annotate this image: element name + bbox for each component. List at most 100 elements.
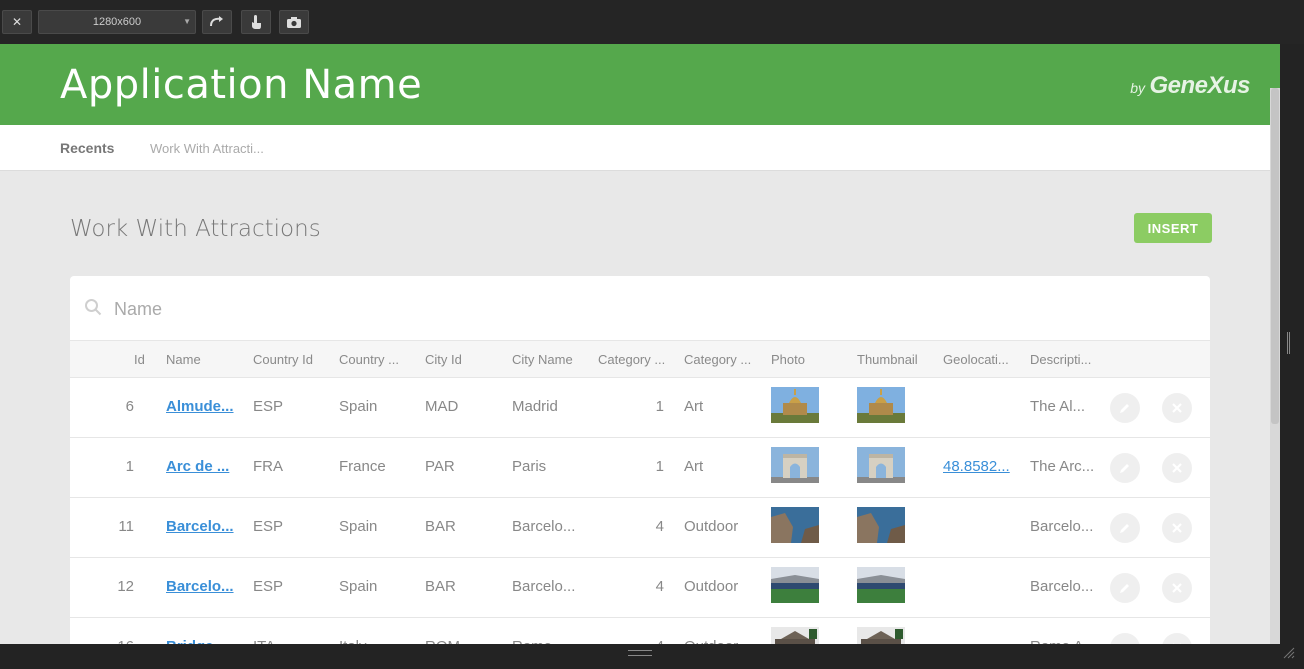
resize-grip-icon[interactable]	[1282, 646, 1296, 660]
col-thumbnail[interactable]: Thumbnail	[857, 352, 918, 367]
delete-icon	[1172, 403, 1182, 413]
col-city-id[interactable]: City Id	[425, 352, 462, 367]
chevron-down-icon: ▼	[183, 17, 191, 26]
breadcrumb: Recents Work With Attracti...	[0, 125, 1280, 171]
edit-button[interactable]	[1110, 453, 1140, 483]
col-city-name[interactable]: City Name	[512, 352, 573, 367]
thumbnail-image	[857, 447, 905, 483]
cell-description: The Al...	[1030, 398, 1086, 415]
delete-button[interactable]	[1162, 393, 1192, 423]
cell-country-name: Spain	[339, 578, 378, 595]
cell-id: 11	[118, 518, 134, 535]
cell-category-name: Art	[684, 398, 704, 415]
cell-category-id: 4	[655, 518, 664, 535]
cell-city-id: BAR	[425, 578, 456, 595]
breadcrumb-current[interactable]: Work With Attracti...	[150, 141, 264, 156]
cell-country-name: France	[339, 458, 386, 475]
app-header: Application Name by GeneXus	[0, 44, 1280, 125]
edit-button[interactable]	[1110, 393, 1140, 423]
cell-city-id: MAD	[425, 398, 459, 415]
touch-icon	[252, 15, 261, 29]
search-bar	[70, 276, 1210, 340]
cell-name[interactable]: Barcelo...	[166, 518, 234, 535]
delete-button[interactable]	[1162, 633, 1192, 644]
rotate-button[interactable]	[202, 10, 232, 34]
cell-country-id: ESP	[253, 398, 284, 415]
cell-category-name: Outdoor	[684, 518, 739, 535]
col-country-id[interactable]: Country Id	[253, 352, 313, 367]
cell-description: Barcelo...	[1030, 518, 1094, 535]
col-description[interactable]: Descripti...	[1030, 352, 1091, 367]
cell-city-name: Rome	[512, 638, 552, 644]
edit-button[interactable]	[1110, 513, 1140, 543]
close-button[interactable]: ✕	[2, 10, 32, 34]
resize-handle-bottom[interactable]	[628, 650, 652, 656]
col-category-id[interactable]: Category ...	[598, 352, 665, 367]
cell-id: 1	[125, 458, 134, 475]
cell-name[interactable]: Arc de ...	[166, 458, 229, 475]
edit-button[interactable]	[1110, 633, 1140, 644]
table-row[interactable]: 6 Almude... ESP Spain MAD Madrid 1 Art The Al...	[70, 378, 1210, 438]
cell-country-name: Spain	[339, 398, 378, 415]
device-viewport: Application Name by GeneXus Recents Work…	[0, 44, 1280, 644]
breadcrumb-recents[interactable]: Recents	[60, 140, 114, 156]
cell-category-id: 1	[655, 398, 664, 415]
delete-icon	[1173, 643, 1181, 644]
cell-name[interactable]: Barcelo...	[166, 578, 234, 595]
cell-city-name: Madrid	[512, 398, 558, 415]
table-row[interactable]: 1 Arc de ... FRA France PAR Paris 1 Art 48.8582.…	[70, 438, 1210, 498]
resolution-select[interactable]: 1280x600 ▼	[38, 10, 196, 34]
brand-name: GeneXus	[1149, 72, 1250, 99]
col-id[interactable]: Id	[134, 352, 145, 367]
touch-button[interactable]	[241, 10, 271, 34]
edit-icon	[1120, 584, 1129, 593]
cell-category-id: 1	[655, 458, 664, 475]
photo-image	[771, 507, 819, 543]
screenshot-button[interactable]	[279, 10, 309, 34]
table-row[interactable]: 16 Bridge... ITA Italy ROM Rome 4 Outdoor Rome A…	[70, 618, 1210, 644]
scrollbar-thumb[interactable]	[1271, 88, 1279, 424]
cell-id: 12	[117, 578, 134, 595]
cell-city-name: Paris	[512, 458, 547, 475]
camera-icon	[287, 16, 301, 28]
cell-description: Rome A...	[1030, 638, 1096, 644]
emulator-toolbar: ✕ 1280x600 ▼	[0, 0, 1304, 44]
photo-image	[771, 567, 819, 603]
col-name[interactable]: Name	[166, 352, 201, 367]
delete-button[interactable]	[1162, 453, 1192, 483]
cell-name[interactable]: Almude...	[166, 398, 234, 415]
page-title: Work With Attractions	[70, 216, 321, 242]
delete-button[interactable]	[1162, 573, 1192, 603]
close-icon: ✕	[11, 15, 23, 29]
cell-name[interactable]: Bridge...	[166, 638, 226, 644]
cell-category-name: Outdoor	[684, 578, 739, 595]
col-country-name[interactable]: Country ...	[339, 352, 399, 367]
edit-icon	[1120, 524, 1129, 533]
table-row[interactable]: 11 Barcelo... ESP Spain BAR Barcelo... 4 Outdoo…	[70, 498, 1210, 558]
brand-logo: by GeneXus	[1130, 72, 1250, 100]
brand-by: by	[1130, 80, 1145, 96]
cell-geolocation[interactable]: 48.8582...	[943, 458, 1010, 475]
col-photo[interactable]: Photo	[771, 352, 805, 367]
cell-id: 16	[117, 638, 134, 644]
cell-category-name: Art	[684, 458, 704, 475]
edit-icon	[1120, 404, 1129, 413]
col-geolocation[interactable]: Geolocati...	[943, 352, 1009, 367]
resize-handle-right[interactable]	[1287, 332, 1290, 354]
edit-button[interactable]	[1110, 573, 1140, 603]
cell-id: 6	[125, 398, 134, 415]
cell-city-name: Barcelo...	[512, 578, 576, 595]
cell-country-id: ITA	[253, 638, 275, 644]
resolution-value: 1280x600	[92, 16, 142, 28]
search-input[interactable]	[114, 296, 714, 322]
cell-city-id: BAR	[425, 518, 456, 535]
insert-button[interactable]: INSERT	[1134, 213, 1212, 243]
app-title: Application Name	[60, 62, 423, 108]
table-header: Id Name Country Id Country ... City Id C…	[70, 340, 1210, 378]
rotate-icon	[210, 16, 223, 27]
cell-category-id: 4	[656, 638, 664, 644]
delete-button[interactable]	[1162, 513, 1192, 543]
col-category-name[interactable]: Category ...	[684, 352, 751, 367]
table-row[interactable]: 12 Barcelo... ESP Spain BAR Barcelo... 4 Outdoo…	[70, 558, 1210, 618]
grid-panel: Id Name Country Id Country ... City Id C…	[70, 276, 1210, 644]
